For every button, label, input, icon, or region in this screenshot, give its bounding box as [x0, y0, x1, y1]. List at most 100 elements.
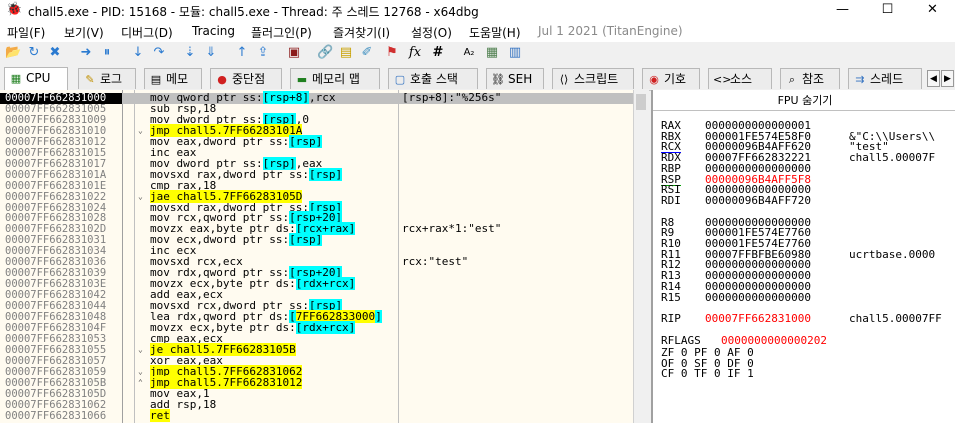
tab-scroll-right[interactable]: ▶	[941, 70, 954, 87]
menu-bar: 파일(F) 보기(V) 디버그(D) Tracing 플러그인(P) 즐겨찾기(…	[0, 22, 955, 42]
instruction-comment: rcx+rax*1:"est"	[402, 222, 502, 236]
menu-view[interactable]: 보기(V)	[64, 24, 104, 41]
close-button[interactable]: ✕	[910, 0, 955, 22]
register-row[interactable]: RDI 00000096B4AFF720	[661, 195, 951, 206]
tab-label: CPU	[26, 71, 51, 85]
disasm-row[interactable]: 00007FF662831062 add rsp,18	[0, 399, 648, 411]
tab-threads[interactable]: ⇉ 스레드	[848, 68, 922, 89]
disasm-row[interactable]: 00007FF66283101E cmp rax,18	[0, 179, 648, 192]
register-comment: chall5.00007FF	[849, 312, 942, 326]
tab-label: 메모	[166, 72, 189, 86]
register-name: R15	[661, 290, 681, 304]
tab-script[interactable]: ⟨⟩ 스크립트	[552, 68, 634, 89]
disasm-row[interactable]: 00007FF66283105D mov eax,1	[0, 388, 648, 400]
tab-seh[interactable]: ⛓ SEH	[486, 68, 544, 89]
step-into-icon[interactable]: ↓	[130, 45, 146, 61]
menu-options[interactable]: 설정(O)	[411, 24, 452, 41]
disasm-row[interactable]: 00007FF66283105B ⌃ jmp chall5.7FF662831012	[0, 375, 648, 389]
tab-source[interactable]: <>소스	[708, 68, 772, 89]
instruction-address: 00007FF662831012	[5, 135, 107, 148]
script-icon: ⟨⟩	[559, 73, 569, 86]
build-date: Jul 1 2021 (TitanEngine)	[538, 24, 683, 38]
tab-symbols[interactable]: ◉ 기호	[642, 68, 700, 89]
trace-over-icon[interactable]: ⇓	[203, 45, 219, 61]
menu-plugins[interactable]: 플러그인(P)	[251, 24, 312, 41]
tab-label: 메모리 맵	[312, 72, 360, 86]
tab-label: SEH	[508, 72, 533, 86]
tab-log[interactable]: ✎ 로그	[78, 68, 136, 89]
register-row[interactable]: R15 0000000000000000	[661, 292, 951, 303]
tab-label: 스레드	[870, 72, 904, 86]
menu-file[interactable]: 파일(F)	[7, 24, 45, 41]
label-icon[interactable]: ✐	[359, 45, 375, 61]
bookmark-icon[interactable]: ⚑	[384, 45, 400, 61]
tab-label: 참조	[802, 72, 825, 86]
jump-down-icon: ⌄	[138, 125, 143, 135]
chevron-left-icon: ◀	[930, 74, 937, 84]
register-name: RFLAGS	[661, 333, 701, 347]
menu-favourites[interactable]: 즐겨찾기(I)	[333, 24, 390, 41]
tab-cpu[interactable]: ▦ CPU	[4, 67, 68, 90]
toolbar: 📂 ↻ ✖ ➜ ⏸ ↓ ↷ ⇣ ⇓ ↑ ⇪ ▣ 🔗 ▤ ✐ ⚑ fx # A₂ …	[0, 42, 955, 66]
disasm-row[interactable]: 00007FF662831059 ⌄ jmp chall5.7FF662831062	[0, 364, 648, 378]
disassembly-view[interactable]: 00007FF662831000 mov qword ptr ss:[rsp+8]…	[0, 90, 648, 423]
flags-row[interactable]: CF 0 TF 0 IF 1	[661, 367, 754, 380]
register-row[interactable]: RIP 00007FF662831000 chall5.00007FF	[661, 313, 951, 324]
register-panel[interactable]: FPU 숨기기 RAX 0000000000000001 RBX 000001FE57…	[651, 90, 955, 423]
tab-label: 중단점	[232, 72, 266, 86]
restart-icon[interactable]: ↻	[26, 45, 42, 61]
tab-memory-map[interactable]: ▬ 메모리 맵	[290, 68, 380, 89]
step-over-icon[interactable]: ↷	[151, 45, 167, 61]
jump-down-icon: ⌄	[138, 191, 143, 201]
call-stack-icon: ▢	[394, 73, 406, 86]
register-value[interactable]: 0000000000000000	[705, 292, 811, 303]
font-icon[interactable]: A₂	[459, 45, 479, 61]
run-to-user-code-icon[interactable]: ⇪	[255, 45, 271, 61]
register-value[interactable]: 0000000000000202	[721, 335, 827, 346]
pause-icon[interactable]: ⏸	[99, 45, 115, 61]
tab-bar: ▦ CPU ✎ 로그 ▤ 메모 ● 중단점 ▬ 메모리 맵 ▢ 호출 스택 ⛓ SEH ⟨⟩ 스…	[0, 66, 955, 91]
tab-call-stack[interactable]: ▢ 호출 스택	[388, 68, 478, 89]
open-icon[interactable]: 📂	[5, 45, 21, 61]
calc-icon[interactable]: ▦	[484, 45, 500, 61]
disassembly-scrollbar[interactable]	[633, 90, 649, 423]
scrollbar-thumb[interactable]	[636, 94, 646, 110]
function-icon[interactable]: fx	[407, 45, 423, 61]
trace-into-icon[interactable]: ⇣	[182, 45, 198, 61]
tab-scroll-left[interactable]: ◀	[927, 70, 940, 87]
disasm-row[interactable]: 00007FF662831015 inc eax	[0, 147, 648, 159]
tab-notes[interactable]: ▤ 메모	[144, 68, 202, 89]
minimize-button[interactable]: —	[820, 0, 865, 22]
disasm-row[interactable]: 00007FF662831057 xor eax,eax	[0, 355, 648, 367]
execute-till-return-icon[interactable]: ↑	[234, 45, 250, 61]
tab-references[interactable]: ⌕ 참조	[780, 68, 840, 89]
log-icon: ✎	[85, 73, 95, 86]
run-icon[interactable]: ➜	[78, 45, 94, 61]
register-value[interactable]: 00000096B4AFF720	[705, 195, 811, 206]
maximize-button[interactable]: ☐	[865, 0, 910, 22]
references-icon: ⌕	[788, 73, 796, 86]
fpu-toggle-button[interactable]: FPU 숨기기	[653, 92, 955, 111]
menu-tracing[interactable]: Tracing	[192, 24, 235, 38]
menu-debug[interactable]: 디버그(D)	[121, 24, 173, 41]
tab-breakpoints[interactable]: ● 중단점	[210, 68, 282, 89]
instruction-address: 00007FF66283105B	[5, 376, 107, 389]
register-value[interactable]: 00007FF662831000	[705, 313, 811, 324]
instruction-comment: rcx:"test"	[402, 255, 469, 269]
disasm-row[interactable]: 00007FF662831012 mov eax,dword ptr ss:[rs…	[0, 134, 648, 148]
scylla-icon[interactable]: ▣	[286, 45, 302, 61]
patch-icon[interactable]: 🔗	[317, 45, 333, 61]
instruction-address: 00007FF662831066	[5, 409, 107, 422]
disasm-row[interactable]: 00007FF662831066 ret	[0, 408, 648, 422]
close-icon[interactable]: ✖	[47, 45, 63, 61]
menu-help[interactable]: 도움말(H)	[469, 24, 521, 41]
comment-icon[interactable]: ▤	[338, 45, 354, 61]
disasm-row[interactable]: 00007FF66283101A movsxd rax,dword ptr ss:…	[0, 167, 648, 181]
instruction-address: 00007FF66283101E	[5, 179, 107, 192]
memory-map-icon: ▬	[296, 73, 308, 86]
jump-down-icon: ⌄	[138, 366, 143, 376]
rflags-row[interactable]: RFLAGS 0000000000000202	[661, 335, 951, 346]
hash-icon[interactable]: #	[430, 45, 446, 61]
strings-icon[interactable]: ▥	[507, 45, 523, 61]
tab-label: 소스	[730, 72, 753, 86]
